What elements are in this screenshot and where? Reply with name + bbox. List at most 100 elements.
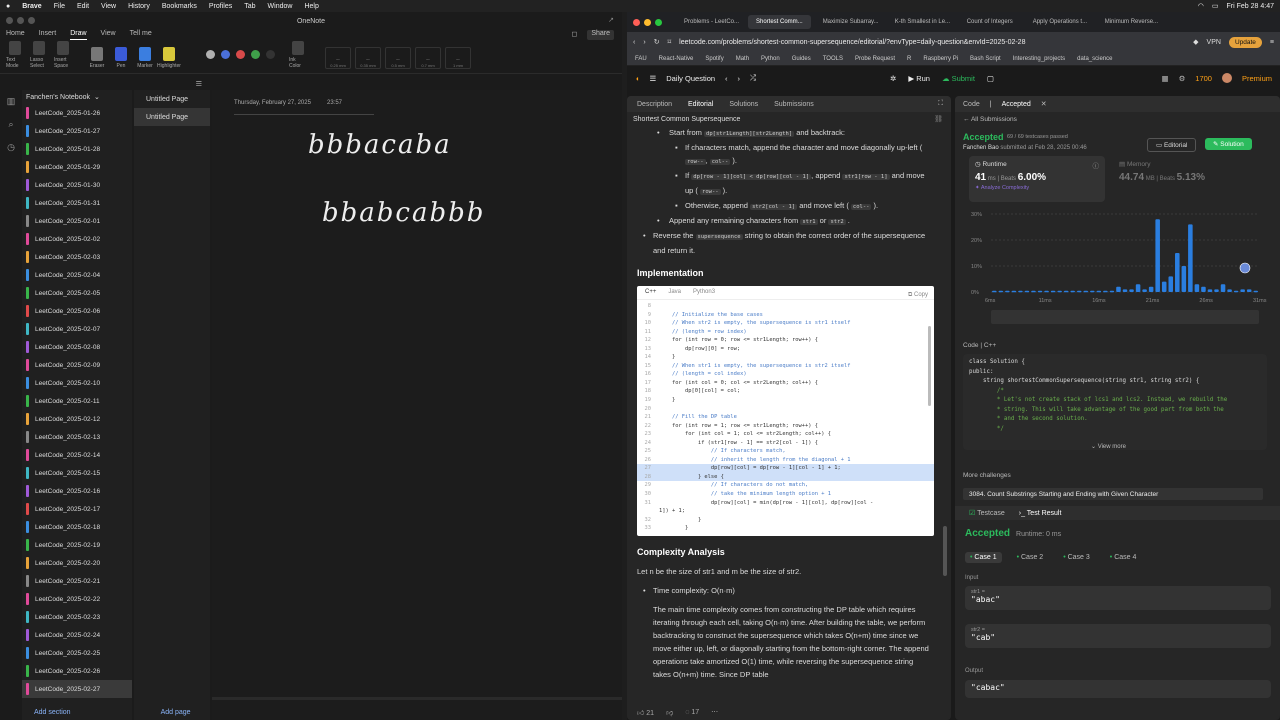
browser-tab[interactable]: Minimum Reverse... [1097,15,1165,29]
submit-button[interactable]: ☁ Submit [942,74,975,83]
zoom-window-icon[interactable] [28,17,35,24]
bookmark-item[interactable]: Interesting_projects [1013,56,1065,62]
section-item[interactable]: LeetCode_2025-02-03 [22,248,132,266]
browser-tab[interactable]: Apply Operations t... [1025,15,1093,29]
bookmark-item[interactable]: data_science [1077,56,1112,62]
histogram-bar[interactable] [1207,289,1213,292]
menu-view[interactable]: View [101,3,116,10]
bookmark-item[interactable]: Guides [792,56,811,62]
comments-button[interactable]: ◌ 17 [685,709,699,716]
swatch-gray[interactable] [206,50,215,59]
histogram-bar[interactable] [1018,290,1023,293]
eraser-tool[interactable]: Eraser [88,47,106,69]
case-tab-3[interactable]: • Case 3 [1058,552,1095,563]
reload-icon[interactable]: ↻ [654,38,660,46]
histogram-bar[interactable] [1142,289,1147,292]
bookmark-item[interactable]: Probe Request [855,56,895,62]
histogram-bar[interactable] [1135,284,1141,292]
ink-line-1[interactable]: bbbacaba [308,130,452,160]
browser-tab-active[interactable]: Shortest Comm... [748,15,811,29]
bookmark-item[interactable]: Bash Script [970,56,1001,62]
submitter-name[interactable]: Fanchen Bao [963,145,999,151]
view-more-button[interactable]: ⌄ View more [1091,443,1126,450]
section-item[interactable]: LeetCode_2025-01-28 [22,140,132,158]
tab-home[interactable]: Home [6,30,25,40]
case-tab-1[interactable]: • Case 1 [965,552,1002,563]
histogram-bar[interactable] [1103,290,1108,293]
debug-icon[interactable]: ✲ [890,74,896,83]
downvote-icon[interactable]: 👎︎ [666,708,673,717]
bookmark-item[interactable]: React-Native [659,56,694,62]
histogram-bar[interactable] [1090,290,1095,293]
premium-link[interactable]: Premium [1242,74,1272,83]
section-item[interactable]: LeetCode_2025-02-11 [22,392,132,410]
link-icon[interactable]: ⛓ [934,115,943,123]
histogram-bar[interactable] [1194,284,1200,292]
app-menu-name[interactable]: Brave [22,3,41,10]
menu-help[interactable]: Help [304,3,318,10]
histogram-bar[interactable] [1201,286,1206,292]
range-brush[interactable] [991,310,1259,324]
section-item[interactable]: LeetCode_2025-02-08 [22,338,132,356]
swatch-blue[interactable] [221,50,230,59]
sort-icon[interactable]: ≡ [196,78,202,90]
pen-size-2[interactable]: ～ 0.35 mm [355,47,381,69]
section-item[interactable]: LeetCode_2025-02-09 [22,356,132,374]
histogram-bar[interactable] [1161,281,1167,292]
copy-button[interactable]: ⧉ Copy [908,289,928,302]
settings-icon[interactable]: ⚙ [1179,74,1186,83]
prev-problem-icon[interactable]: ‹ [725,74,728,83]
section-item[interactable]: LeetCode_2025-02-19 [22,536,132,554]
marker-tool[interactable]: Marker [136,47,154,69]
browser-tab[interactable]: Problems - LeetCo... [676,15,744,29]
menu-bookmarks[interactable]: Bookmarks [162,3,197,10]
section-item[interactable]: LeetCode_2025-02-13 [22,428,132,446]
more-icon[interactable]: ⋯ [711,708,718,716]
browser-tab[interactable]: K-th Smallest in Le... [887,15,955,29]
section-item[interactable]: LeetCode_2025-02-06 [22,302,132,320]
section-item[interactable]: LeetCode_2025-02-23 [22,608,132,626]
swatch-black[interactable] [266,50,275,59]
bookmark-item[interactable]: Raspberry Pi [923,56,958,62]
section-item[interactable]: LeetCode_2025-02-02 [22,230,132,248]
submitted-code[interactable]: class Solution {public: string shortestC… [963,354,1267,450]
input-str2[interactable]: str2 = "cab" [965,624,1271,648]
comments-icon[interactable]: ◻ [572,30,578,40]
histogram-bar[interactable] [1220,284,1226,292]
runtime-histogram[interactable]: 0% 10% 20% 30% 6ms 11ms 16ms 21ms 26ms 31ms [969,206,1269,336]
menu-icon[interactable]: ≡ [1270,39,1274,46]
output-box[interactable]: "cabac" [965,680,1271,698]
code-scrollbar[interactable] [928,326,931,406]
url-field[interactable]: leetcode.com/problems/shortest-common-su… [679,39,1185,46]
tab-draw[interactable]: Draw [70,30,87,40]
solution-button[interactable]: ✎ Solution [1205,138,1252,150]
avatar[interactable] [1221,73,1232,83]
runtime-card[interactable]: ◷ Runtime ⓘ 41 ms | Beats 6.00% ✦ Analyze… [969,156,1105,202]
minimize-window-icon[interactable] [17,17,24,24]
brave-shield-icon[interactable]: ◆ [1193,38,1198,46]
your-position-avatar[interactable] [1239,262,1251,274]
histogram-bar[interactable] [1096,290,1102,293]
bookmark-item[interactable]: TOOLS [823,56,843,62]
histogram-bar[interactable] [1122,289,1128,292]
section-item[interactable]: LeetCode_2025-02-10 [22,374,132,392]
next-problem-icon[interactable]: › [738,74,741,83]
info-icon[interactable]: ⓘ [1093,160,1100,170]
apple-icon[interactable]: ● [6,3,10,10]
input-str1[interactable]: str1 = "abac" [965,586,1271,610]
section-item[interactable]: LeetCode_2025-02-22 [22,590,132,608]
close-window-icon[interactable] [6,17,13,24]
tab-tell-me[interactable]: Tell me [130,30,152,40]
bookmark-item[interactable]: Math [736,56,749,62]
pen-size-4[interactable]: ～ 0.7 mm [415,47,441,69]
section-item[interactable]: LeetCode_2025-02-16 [22,482,132,500]
shuffle-icon[interactable]: ⤮ [750,73,756,83]
histogram-bar[interactable] [1044,290,1049,293]
code-tab-java[interactable]: Java [668,286,681,299]
section-item[interactable]: LeetCode_2025-02-20 [22,554,132,572]
histogram-bar[interactable] [1050,290,1056,293]
recent-icon[interactable]: ◷ [7,142,15,153]
notebook-header[interactable]: Fanchen's Notebook ⌄ [22,90,132,104]
ink-line-2[interactable]: bbabcabbb [322,198,485,228]
histogram-bar[interactable] [1233,290,1239,293]
